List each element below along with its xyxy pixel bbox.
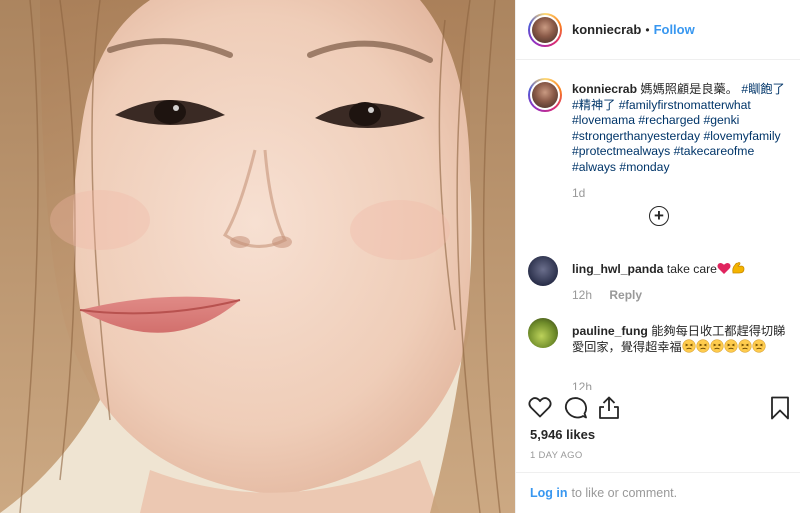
comment-button[interactable] [564,396,588,425]
caption-time[interactable]: 1d [572,186,585,200]
follow-button[interactable]: Follow [654,22,695,37]
hashtag-link[interactable]: #lovemama [572,113,635,127]
commenter-avatar[interactable] [528,318,558,348]
hashtag-link[interactable]: #familyfirstnomatterwhat [619,98,751,112]
share-button[interactable] [598,396,620,425]
comment-text: pauline_fung 能夠每日收工都趕得切睇愛回家，覺得超幸福 [572,323,790,357]
hashtag-link[interactable]: #genki [703,113,739,127]
plus-icon: + [654,206,664,225]
login-prompt: Log in to like or comment. [516,472,800,513]
caption-text: konniecrab 媽媽照顧是良藥。 #瞓飽了 #精神了 #familyfir… [572,82,790,175]
hashtag-link[interactable]: #strongerthanyesterday [572,129,700,143]
speech-bubble-icon [564,397,587,419]
comment-time[interactable]: 12h [572,288,592,302]
save-button[interactable] [770,396,790,425]
likes-count[interactable]: 5,946 likes [530,427,595,442]
comment-meta: 12h Reply [572,288,642,302]
persevering-face-icon [696,339,710,357]
header-separator: • [645,22,650,37]
persevering-face-icon [710,339,724,357]
caption-avatar[interactable] [528,78,562,112]
caption-body: 媽媽照顧是良藥。 [640,82,738,96]
login-link[interactable]: Log in [530,486,568,500]
heart-icon [528,397,552,418]
post-date[interactable]: 1 DAY AGO [530,450,583,461]
author-username[interactable]: konniecrab [572,22,641,37]
comment-meta: 12h [572,380,592,390]
persevering-face-icon [752,339,766,357]
post-actions [528,392,792,424]
like-button[interactable] [528,396,552,423]
hashtag-link[interactable]: #protectmealways [572,144,670,158]
hashtag-link[interactable]: #瞓飽了 [741,82,784,96]
persevering-face-icon [724,339,738,357]
hashtag-link[interactable]: #精神了 [572,98,615,112]
hashtag-link[interactable]: #takecareofme [674,144,755,158]
post-side-panel: konniecrab • Follow konniecrab 媽媽照顧是良藥。 … [515,0,800,513]
bookmark-icon [771,396,789,420]
red-heart-icon [717,262,731,279]
commenter-username[interactable]: ling_hwl_panda [572,262,663,276]
comment-text: ling_hwl_panda take care [572,261,790,279]
flexed-biceps-icon [731,261,746,279]
post-photo-image [0,0,515,513]
load-more-comments-button[interactable]: + [649,206,669,226]
post-photo[interactable] [0,0,515,513]
comment-time[interactable]: 12h [572,380,592,390]
commenter-avatar[interactable] [528,256,558,286]
hashtag-link[interactable]: #monday [619,160,669,174]
commenter-username[interactable]: pauline_fung [572,324,648,338]
login-prompt-text: to like or comment. [571,486,678,500]
hashtag-link[interactable]: #recharged [638,113,700,127]
caption-username[interactable]: konniecrab [572,82,637,96]
persevering-face-icon [738,339,752,357]
hashtag-link[interactable]: #lovemyfamily [703,129,780,143]
author-avatar[interactable] [528,12,562,47]
comments-list[interactable]: konniecrab 媽媽照顧是良藥。 #瞓飽了 #精神了 #familyfir… [516,60,800,390]
post-header: konniecrab • Follow [516,0,800,60]
reply-button[interactable]: Reply [609,288,642,302]
persevering-face-icon [682,339,696,357]
comment-body: take care [666,262,717,276]
hashtag-link[interactable]: #always [572,160,616,174]
share-icon [599,396,619,419]
